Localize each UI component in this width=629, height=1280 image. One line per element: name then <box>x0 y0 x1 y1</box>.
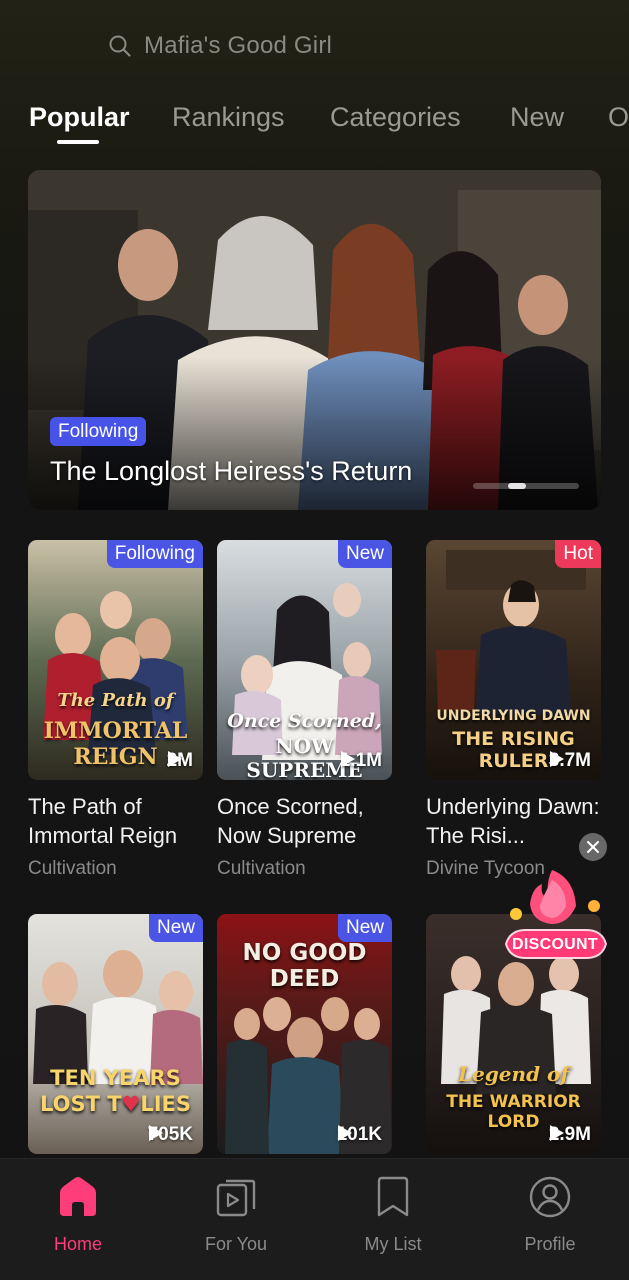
search-icon <box>109 35 131 57</box>
drama-poster: TEN YEARS LOST T♥LIES New 705K <box>28 914 203 1154</box>
drama-title: Underlying Dawn: The Risi... <box>426 794 600 848</box>
new-badge: New <box>337 914 392 942</box>
category-tabs: Popular Rankings Categories New O <box>0 96 629 146</box>
home-icon <box>60 1177 96 1216</box>
view-count: 101K <box>337 1124 382 1146</box>
nav-for-you-label: For You <box>204 1234 268 1254</box>
drama-poster: NO GOOD DEED New 101K <box>217 914 392 1154</box>
view-count: 2M <box>167 750 193 772</box>
drama-poster: Once Scorned, NOW SUPREME New 1.1M <box>217 540 392 780</box>
poster-title-art: The Path of <box>57 690 174 711</box>
drama-card[interactable]: Once Scorned, NOW SUPREME New 1.1M Once … <box>217 540 392 880</box>
nav-my-list-label: My List <box>364 1234 422 1254</box>
tab-more[interactable]: O <box>608 102 629 133</box>
carousel-track <box>473 483 579 489</box>
heart-icon: ♥ <box>121 1092 141 1116</box>
play-icon <box>337 1125 352 1141</box>
poster-title-art: LOST T♥LIES <box>39 1092 192 1116</box>
view-count: 2.9M <box>549 1124 591 1146</box>
drama-card[interactable]: NO GOOD DEED New 101K <box>217 914 392 1154</box>
drama-title: The Path of Immortal Reign <box>28 794 178 848</box>
drama-card[interactable]: The Path of IMMORTAL REIGN Following 2M … <box>28 540 203 880</box>
new-badge: New <box>148 914 203 942</box>
banner-following-badge: Following <box>50 417 147 446</box>
profile-icon <box>529 1176 571 1218</box>
tab-popular[interactable]: Popular <box>29 102 130 133</box>
discount-label: DISCOUNT <box>512 936 598 953</box>
nav-profile[interactable]: Profile <box>490 1175 610 1255</box>
drama-poster: The Path of IMMORTAL REIGN Following 2M <box>28 540 203 780</box>
nav-home[interactable]: Home <box>18 1175 138 1255</box>
search-placeholder: Mafia's Good Girl <box>144 32 333 59</box>
carousel-indicator <box>508 483 526 489</box>
nav-my-list[interactable]: My List <box>333 1175 453 1255</box>
nav-home-label: Home <box>53 1234 102 1254</box>
tab-new[interactable]: New <box>510 102 564 133</box>
tab-rankings[interactable]: Rankings <box>172 102 285 133</box>
poster-title-art: TEN YEARS <box>50 1066 181 1090</box>
play-icon <box>148 1125 163 1141</box>
drama-genre: Cultivation <box>28 858 117 879</box>
nav-profile-label: Profile <box>524 1234 576 1254</box>
close-icon <box>587 841 599 853</box>
drama-card[interactable]: TEN YEARS LOST T♥LIES New 705K <box>28 914 203 1154</box>
poster-title-art: NO GOOD DEED <box>242 940 367 992</box>
drama-card[interactable]: UNDERLYING DAWN THE RISING RULER Hot 3.7… <box>426 540 601 880</box>
play-stack-icon <box>216 1179 256 1217</box>
view-count: 1.1M <box>340 750 382 772</box>
featured-banner[interactable]: Following The Longlost Heiress's Return <box>28 170 601 510</box>
play-icon <box>549 1125 564 1141</box>
app-screen: Mafia's Good Girl Popular Rankings Categ… <box>0 0 629 1280</box>
hot-badge: Hot <box>555 540 601 568</box>
drama-genre: Cultivation <box>217 858 306 879</box>
close-discount-button[interactable] <box>579 833 607 861</box>
tab-categories[interactable]: Categories <box>330 102 461 133</box>
following-badge: Following <box>106 540 203 568</box>
active-tab-indicator <box>57 140 99 144</box>
poster-title-art: UNDERLYING DAWN <box>436 708 591 724</box>
view-count: 705K <box>148 1124 193 1146</box>
drama-poster: UNDERLYING DAWN THE RISING RULER Hot 3.7… <box>426 540 601 780</box>
banner-title: The Longlost Heiress's Return <box>50 456 413 486</box>
bookmark-icon <box>377 1176 409 1217</box>
drama-title: Once Scorned, Now Supreme <box>217 794 364 848</box>
play-icon <box>167 751 182 767</box>
discount-promo[interactable]: DISCOUNT <box>502 858 608 968</box>
bottom-navigation: Home For You My List Profile <box>0 1158 629 1280</box>
new-badge: New <box>337 540 392 568</box>
nav-for-you[interactable]: For You <box>176 1175 296 1255</box>
play-icon <box>549 751 564 767</box>
poster-title-art: Once Scorned, <box>227 710 382 732</box>
view-count: 3.7M <box>549 750 591 772</box>
search-bar[interactable]: Mafia's Good Girl <box>108 26 332 66</box>
poster-title-art: Legend of <box>458 1062 569 1086</box>
play-icon <box>340 751 355 767</box>
